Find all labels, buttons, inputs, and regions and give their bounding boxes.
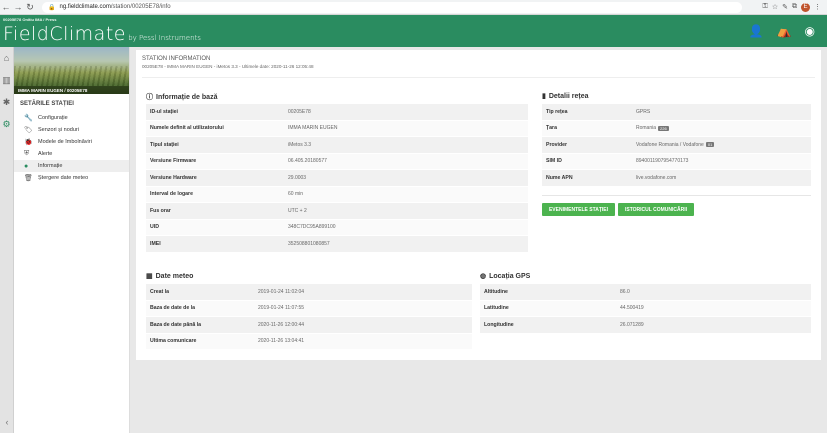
table-row: ID-ul stației 00205E78 — [146, 104, 528, 121]
sidebar-item-informatie[interactable]: ● Informație — [14, 160, 129, 172]
calendar-icon: ▦ — [146, 273, 153, 280]
reload-icon[interactable]: ↻ — [24, 1, 36, 14]
table-row: Ultima comunicare 2020-11-26 13:04:41 — [146, 333, 472, 350]
table-row: Longitudine 26.071289 — [480, 317, 811, 334]
bug-icon: 🐞 — [24, 139, 33, 146]
forward-icon[interactable]: → — [12, 1, 24, 14]
logo[interactable]: FieldClimate by Pessl Instruments — [3, 23, 201, 45]
wrench-icon: 🔧 — [24, 115, 33, 122]
basic-info-table: ID-ul stației 00205E78 Numele definit al … — [146, 104, 528, 253]
weather-data-title: ▦ Date meteo — [146, 272, 194, 281]
shield-icon: ⛨ — [24, 150, 30, 157]
table-row: Baza de date de la 2019-01-24 11:07:55 — [146, 300, 472, 317]
settings-icon[interactable]: ⚙ — [0, 113, 13, 135]
extension-icon[interactable]: ✎ — [782, 3, 788, 11]
table-row: Fus orar UTC + 2 — [146, 203, 528, 220]
sidebar-item-senzori[interactable]: 🏷 Senzori și noduri — [14, 124, 129, 136]
gps-table: Altitudine 86.0 Latitudine 44.500419 Longi… — [480, 284, 811, 334]
avatar[interactable]: E — [801, 2, 810, 12]
station-photo: IMMA MARIN EUGEN / 00205E78 — [14, 47, 129, 94]
url-path: /station/00205E78/info — [110, 4, 171, 10]
page-title: STATION INFORMATION — [142, 56, 211, 62]
sidebar-item-alerte[interactable]: ⛨ Alerte — [14, 148, 129, 160]
divider — [542, 195, 811, 196]
home-icon[interactable]: ⌂ — [0, 47, 13, 69]
table-row: Versiune Firmware 06.405.20180577 — [146, 153, 528, 170]
provider-code-badge: 01 — [705, 142, 715, 148]
address-bar[interactable]: 🔒 ng.fieldclimate.com /station/00205E78/… — [42, 1, 742, 13]
key-icon[interactable]: ⚿ — [763, 3, 768, 11]
back-icon[interactable]: ← — [0, 1, 12, 14]
table-row: Creat la 2019-01-24 11:02:04 — [146, 284, 472, 301]
info-icon: ● — [24, 162, 29, 170]
table-row: Tip rețea GPRS — [542, 104, 811, 121]
table-row: Numele definit al utilizatorului IMMA MAR… — [146, 120, 528, 137]
collapse-icon[interactable]: ‹ — [0, 417, 14, 427]
user-icon[interactable]: 👤 — [749, 24, 764, 38]
icon-strip: ⌂ ▥ ✱ ⚙ ‹ — [0, 47, 14, 433]
page-subtitle: 00205E78 - IMMA MARIN EUGEN - iMetos 3.3… — [142, 64, 314, 69]
country-code-badge: 226 — [658, 125, 669, 131]
puzzle-icon[interactable]: ⧉ — [792, 3, 797, 11]
weather-data-table: Creat la 2019-01-24 11:02:04 Baza de date… — [146, 284, 472, 350]
table-row: UID 348C7DC95A899100 — [146, 219, 528, 236]
signal-icon[interactable]: ◉ — [805, 24, 815, 38]
browser-toolbar: ← → ↻ 🔒 ng.fieldclimate.com /station/002… — [0, 0, 827, 15]
chart-icon[interactable]: ▥ — [0, 69, 13, 91]
network-table: Tip rețea GPRS Țara Romania 226 Provider Vod… — [542, 104, 811, 187]
table-row: Altitudine 86.0 — [480, 284, 811, 301]
disease-icon[interactable]: ✱ — [0, 91, 13, 113]
table-row: Țara Romania 226 — [542, 120, 811, 137]
gps-title: ◍ Locația GPS — [480, 272, 531, 281]
table-row: Interval de logare 60 min — [146, 186, 528, 203]
sidebar-item-stergere[interactable]: 🗑 Ștergere date meteo — [14, 172, 129, 184]
table-row: Latitudine 44.500419 — [480, 300, 811, 317]
table-row: SIM ID 8940011907954770173 — [542, 153, 811, 170]
station-tag: 00205E78 Onitiu IMA / Press — [3, 17, 57, 22]
farm-icon[interactable]: ⛺ — [777, 24, 792, 38]
sidebar: IMMA MARIN EUGEN / 00205E78 SETĂRILE STA… — [14, 47, 130, 433]
url-host: ng.fieldclimate.com — [59, 4, 111, 10]
main-panel: STATION INFORMATION 00205E78 - IMMA MARI… — [136, 50, 821, 360]
table-row: Versiune Hardware 29.0003 — [146, 170, 528, 187]
divider — [142, 77, 815, 78]
station-caption: IMMA MARIN EUGEN / 00205E78 — [14, 86, 129, 94]
app-header: 00205E78 Onitiu IMA / Press FieldClimate… — [0, 15, 827, 47]
communication-history-button[interactable]: ISTORICUL COMUNICĂRII — [618, 203, 694, 216]
table-row: IMEI 352508801080857 — [146, 236, 528, 253]
lock-icon: 🔒 — [48, 4, 56, 11]
signal-bars-icon: ▮ — [542, 93, 546, 100]
station-events-button[interactable]: EVENIMENTELE STAȚIEI — [542, 203, 615, 216]
sidebar-item-modele[interactable]: 🐞 Modele de îmbolnăviri — [14, 136, 129, 148]
star-icon[interactable]: ☆ — [772, 3, 778, 11]
sidebar-item-configuratie[interactable]: 🔧 Configurație — [14, 112, 129, 124]
tag-icon: 🏷 — [24, 127, 33, 134]
menu-dots-icon[interactable]: ⋮ — [814, 3, 821, 11]
network-title: ▮ Detalii rețea — [542, 92, 589, 101]
info-circle-icon: ⓘ — [146, 94, 153, 101]
basic-info-title: ⓘ Informație de bază — [146, 93, 218, 102]
table-row: Provider Vodafone Romania / Vodafone 01 — [542, 137, 811, 154]
table-row: Baza de date până la 2020-11-26 12:00:44 — [146, 317, 472, 334]
trash-icon: 🗑 — [24, 175, 33, 182]
menu-title: SETĂRILE STAȚIEI — [20, 101, 74, 107]
globe-icon: ◍ — [480, 273, 487, 280]
table-row: Tipul stației iMetos 3.3 — [146, 137, 528, 154]
table-row: Nume APN live.vodafone.com — [542, 170, 811, 187]
